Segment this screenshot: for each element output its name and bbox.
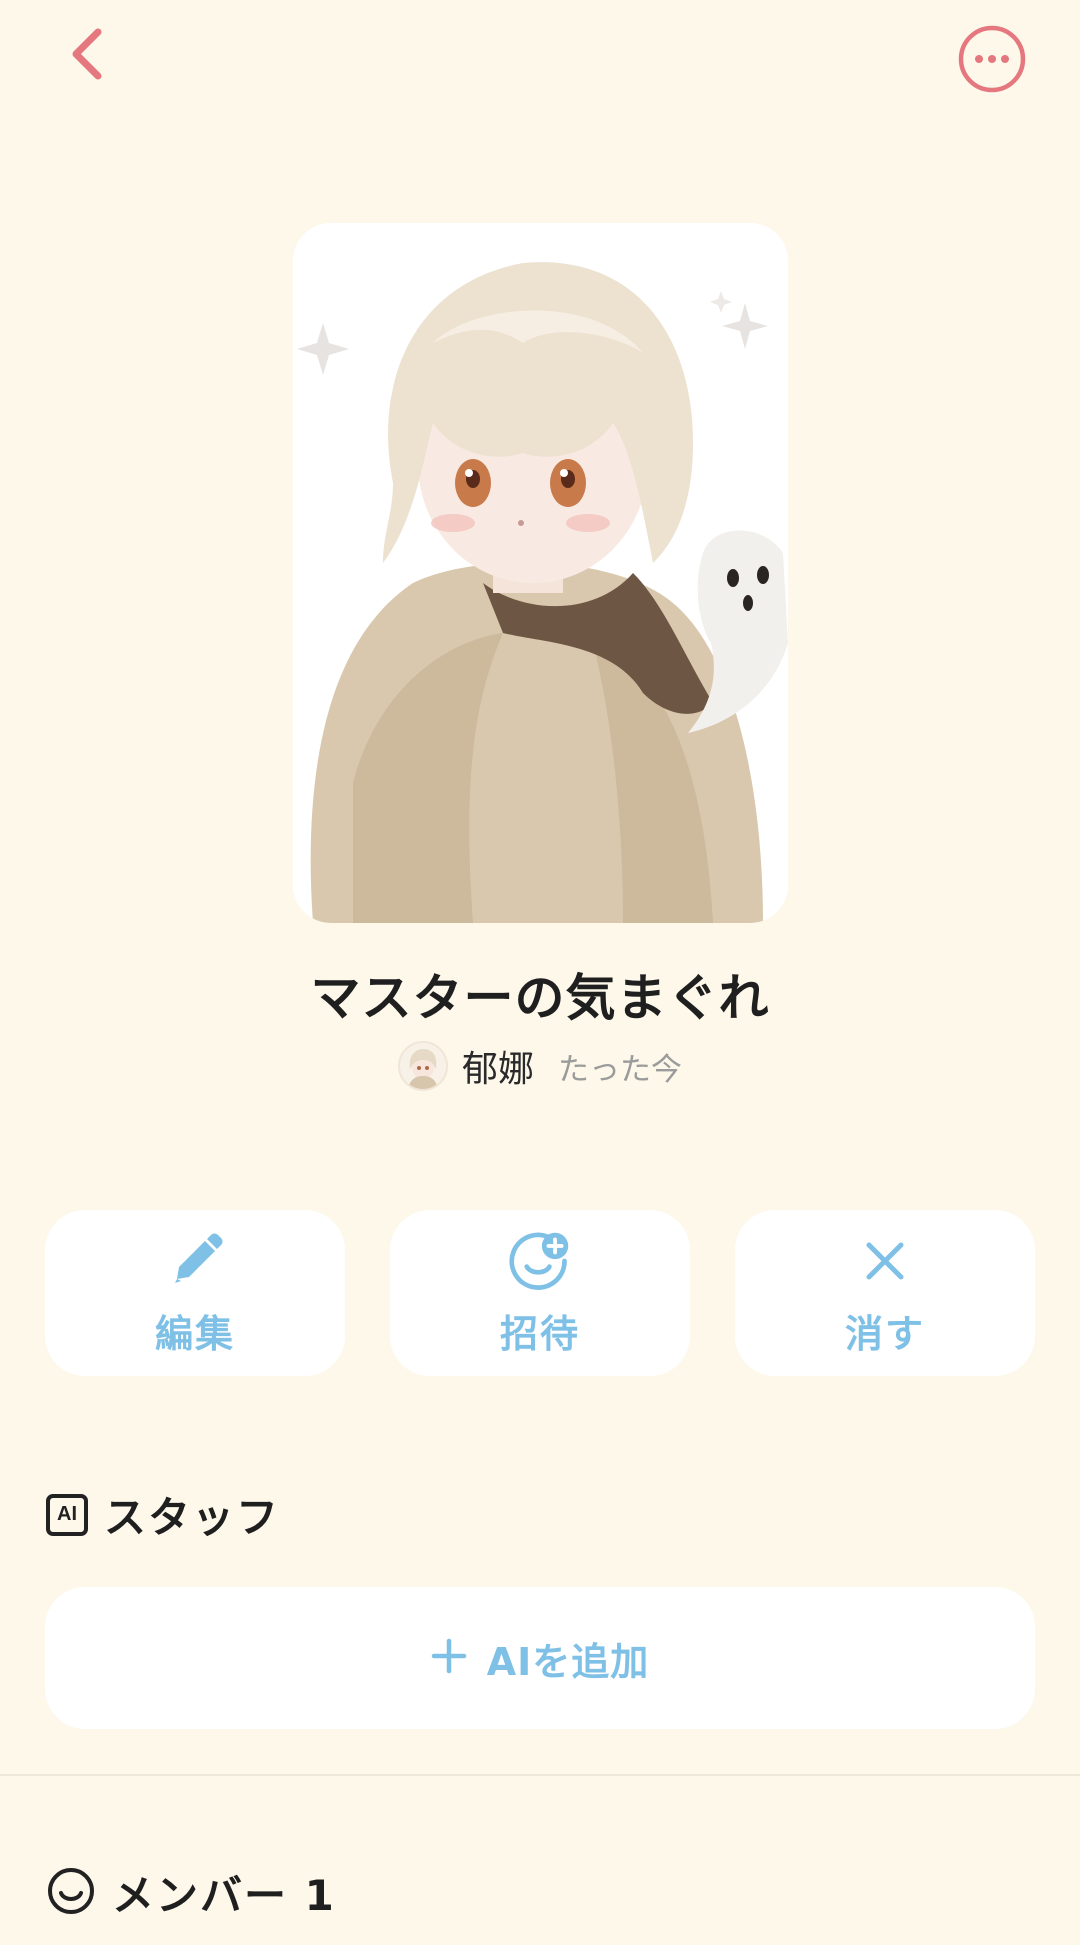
ai-badge-icon: AI	[46, 1493, 88, 1536]
edit-button-label: 編集	[154, 1311, 235, 1356]
more-options-button[interactable]	[957, 24, 1027, 94]
members-section-header: メンバー 1	[46, 1862, 336, 1923]
pencil-icon	[163, 1229, 227, 1293]
close-icon	[853, 1229, 917, 1293]
members-heading: メンバー 1	[112, 1871, 336, 1920]
add-person-icon	[508, 1229, 572, 1293]
back-button[interactable]	[58, 26, 118, 86]
author-name[interactable]: 郁娜	[462, 1040, 534, 1092]
author-avatar[interactable]	[397, 1041, 448, 1091]
delete-button-label: 消す	[844, 1311, 925, 1356]
section-divider	[0, 1774, 1080, 1776]
room-detail-screen: マスターの気まぐれ 郁娜 たった今 編集 招待 消す AI スタッフ AIを追加…	[0, 0, 1080, 1945]
add-ai-label: AIを追加	[486, 1639, 650, 1684]
staff-section-header: AI スタッフ	[46, 1484, 280, 1545]
invite-button-label: 招待	[499, 1311, 580, 1356]
add-ai-button[interactable]: AIを追加	[45, 1587, 1035, 1729]
author-row: 郁娜 たった今	[0, 1040, 1080, 1092]
action-buttons: 編集 招待 消す	[45, 1210, 1035, 1376]
delete-button[interactable]: 消す	[735, 1210, 1035, 1376]
invite-button[interactable]: 招待	[390, 1210, 690, 1376]
staff-heading: スタッフ	[104, 1493, 281, 1542]
room-title: マスターの気まぐれ	[310, 969, 770, 1027]
smile-face-icon	[46, 1866, 96, 1920]
more-horizontal-icon	[957, 25, 1027, 98]
room-cover-image[interactable]	[293, 223, 788, 923]
plus-icon	[431, 1638, 467, 1678]
timestamp: たった今	[558, 1051, 682, 1088]
edit-button[interactable]: 編集	[45, 1210, 345, 1376]
chevron-left-icon	[68, 26, 108, 86]
